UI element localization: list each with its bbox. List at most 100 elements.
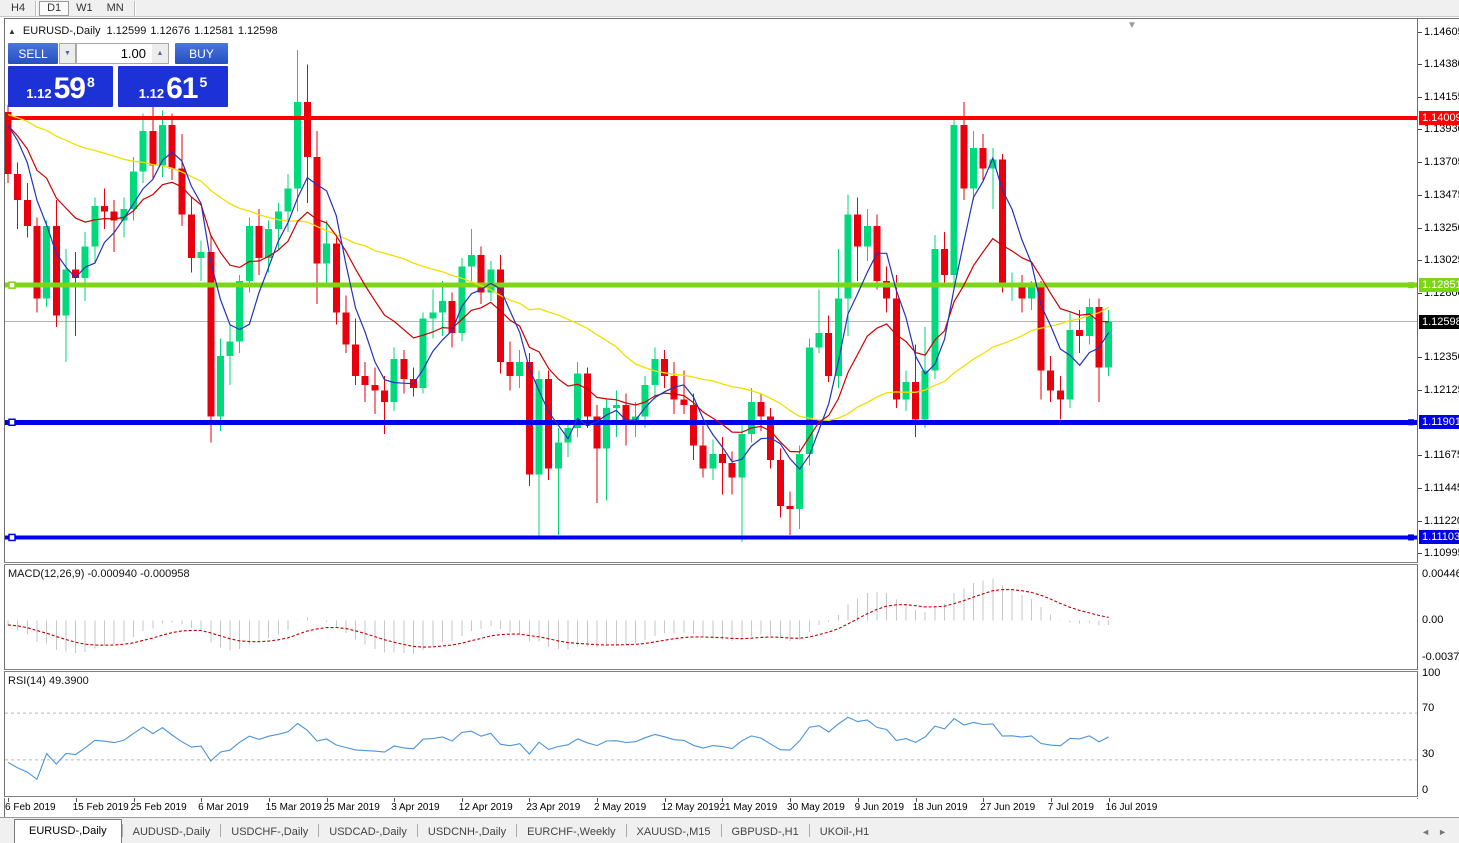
- bear-candle: [584, 373, 591, 416]
- chart-tab-bar: EURUSD-,DailyAUDUSD-,DailyUSDCHF-,DailyU…: [0, 817, 1459, 843]
- bull-candle: [294, 102, 301, 189]
- rsi-axis-label: 30: [1422, 748, 1434, 761]
- chart-tab-usdcad[interactable]: USDCAD-,Daily: [319, 822, 417, 843]
- chevron-down-icon: ▼: [64, 50, 71, 57]
- bull-candle: [265, 229, 272, 258]
- bear-candle: [700, 446, 707, 469]
- macd-panel[interactable]: [5, 565, 1417, 669]
- line-handle: [1408, 534, 1414, 540]
- bear-candle: [893, 298, 900, 399]
- bear-candle: [854, 215, 861, 247]
- close-value: 1.12598: [238, 25, 278, 37]
- timeframe-button-w1[interactable]: W1: [69, 1, 100, 16]
- bear-candle: [912, 382, 919, 420]
- bear-candle: [941, 249, 948, 275]
- bull-candle: [391, 359, 398, 402]
- rsi-axis-label: 0: [1422, 784, 1428, 797]
- volume-decrease-button[interactable]: ▼: [59, 43, 76, 64]
- macd-axis-label: 0.00: [1422, 614, 1443, 627]
- bull-candle: [835, 298, 842, 376]
- price-tick-label: 1.13025: [1424, 254, 1459, 267]
- price-tick: [1418, 32, 1422, 33]
- price-tick: [1418, 129, 1422, 130]
- bull-candle: [1067, 330, 1074, 399]
- plot-right-border: [1417, 18, 1418, 798]
- bear-candle: [178, 168, 185, 214]
- chart-shift-icon[interactable]: ▼: [1127, 20, 1137, 31]
- sell-button[interactable]: SELL: [8, 43, 58, 64]
- price-tick-label: 1.13250: [1424, 222, 1459, 235]
- date-label: 25 Mar 2019: [324, 802, 380, 813]
- bear-candle: [825, 333, 832, 376]
- bear-candle: [960, 125, 967, 189]
- timeframe-button-mn[interactable]: MN: [100, 1, 131, 16]
- bull-candle: [140, 131, 147, 171]
- bull-candle: [439, 301, 446, 313]
- macd-axis-label: 0.004465: [1422, 568, 1459, 581]
- bull-candle: [516, 362, 523, 376]
- symbol-up-triangle-icon: ▲: [8, 27, 16, 36]
- bull-candle: [922, 370, 929, 419]
- bull-candle: [217, 356, 224, 417]
- scroll-right-icon[interactable]: ►: [1438, 827, 1455, 837]
- bear-candle: [256, 226, 263, 258]
- bull-candle: [323, 243, 330, 263]
- bear-candle: [304, 102, 311, 157]
- price-badge: 1.11103: [1419, 530, 1459, 544]
- date-label: 2 May 2019: [594, 802, 646, 813]
- chart-tab-gbpusd[interactable]: GBPUSD-,H1: [722, 822, 809, 843]
- price-tick-label: 1.11220: [1424, 515, 1459, 528]
- rsi-axis-label: 70: [1422, 702, 1434, 715]
- bear-candle: [999, 160, 1006, 287]
- buy-price-box[interactable]: 1.12 61 5: [118, 66, 228, 107]
- buy-button[interactable]: BUY: [175, 43, 228, 64]
- bear-candle: [526, 362, 533, 475]
- sell-price-big: 59: [54, 74, 85, 104]
- sell-price-box[interactable]: 1.12 59 8: [8, 66, 113, 107]
- bear-candle: [14, 174, 21, 200]
- price-tick-label: 1.14380: [1424, 58, 1459, 71]
- date-label: 9 Jun 2019: [855, 802, 905, 813]
- line-handle: [9, 534, 15, 540]
- price-tick-label: 1.11675: [1424, 449, 1459, 462]
- bear-candle: [5, 112, 12, 174]
- bear-candle: [313, 157, 320, 264]
- chart-tab-xauusd[interactable]: XAUUSD-,M15: [627, 822, 721, 843]
- bull-candle: [902, 382, 909, 399]
- bear-candle: [980, 148, 987, 168]
- chart-tab-usdcnh[interactable]: USDCNH-,Daily: [418, 822, 516, 843]
- timeframe-button-d1[interactable]: D1: [39, 1, 69, 16]
- date-label: 27 Jun 2019: [980, 802, 1035, 813]
- chart-tab-usdchf[interactable]: USDCHF-,Daily: [221, 822, 318, 843]
- chart-tab-ukoil[interactable]: UKOil-,H1: [810, 822, 880, 843]
- bull-candle: [429, 313, 436, 319]
- chart-tab-eurchf[interactable]: EURCHF-,Weekly: [517, 822, 625, 843]
- bull-candle: [227, 342, 234, 356]
- macd-axis-label: -0.003715: [1422, 651, 1459, 664]
- price-tick: [1418, 64, 1422, 65]
- bull-candle: [82, 246, 89, 278]
- volume-input[interactable]: 1.00: [76, 43, 152, 64]
- rsi-title: RSI(14) 49.3900: [8, 675, 89, 687]
- price-tick: [1418, 488, 1422, 489]
- tab-scroll-arrows[interactable]: ◄►: [1421, 827, 1455, 837]
- bear-candle: [400, 359, 407, 379]
- ma-fast-line: [8, 125, 1109, 469]
- chart-tab-audusd[interactable]: AUDUSD-,Daily: [123, 822, 221, 843]
- bear-candle: [53, 226, 60, 315]
- price-tick-label: 1.13930: [1424, 123, 1459, 136]
- price-badge: 1.12851: [1419, 278, 1459, 292]
- chart-tab-eurusd[interactable]: EURUSD-,Daily: [14, 819, 122, 843]
- timeframe-button-h4[interactable]: H4: [4, 1, 32, 16]
- bull-candle: [1086, 307, 1093, 336]
- date-label: 3 Apr 2019: [391, 802, 439, 813]
- date-label: 6 Feb 2019: [5, 802, 56, 813]
- scroll-left-icon[interactable]: ◄: [1421, 827, 1438, 837]
- price-tick: [1418, 455, 1422, 456]
- timeframe-toolbar: H4 D1W1MN: [0, 0, 1459, 17]
- price-tick-label: 1.12350: [1424, 351, 1459, 364]
- rsi-panel[interactable]: [5, 672, 1417, 797]
- price-tick-label: 1.13475: [1424, 189, 1459, 202]
- date-label: 15 Mar 2019: [266, 802, 322, 813]
- volume-increase-button[interactable]: ▲: [152, 43, 169, 64]
